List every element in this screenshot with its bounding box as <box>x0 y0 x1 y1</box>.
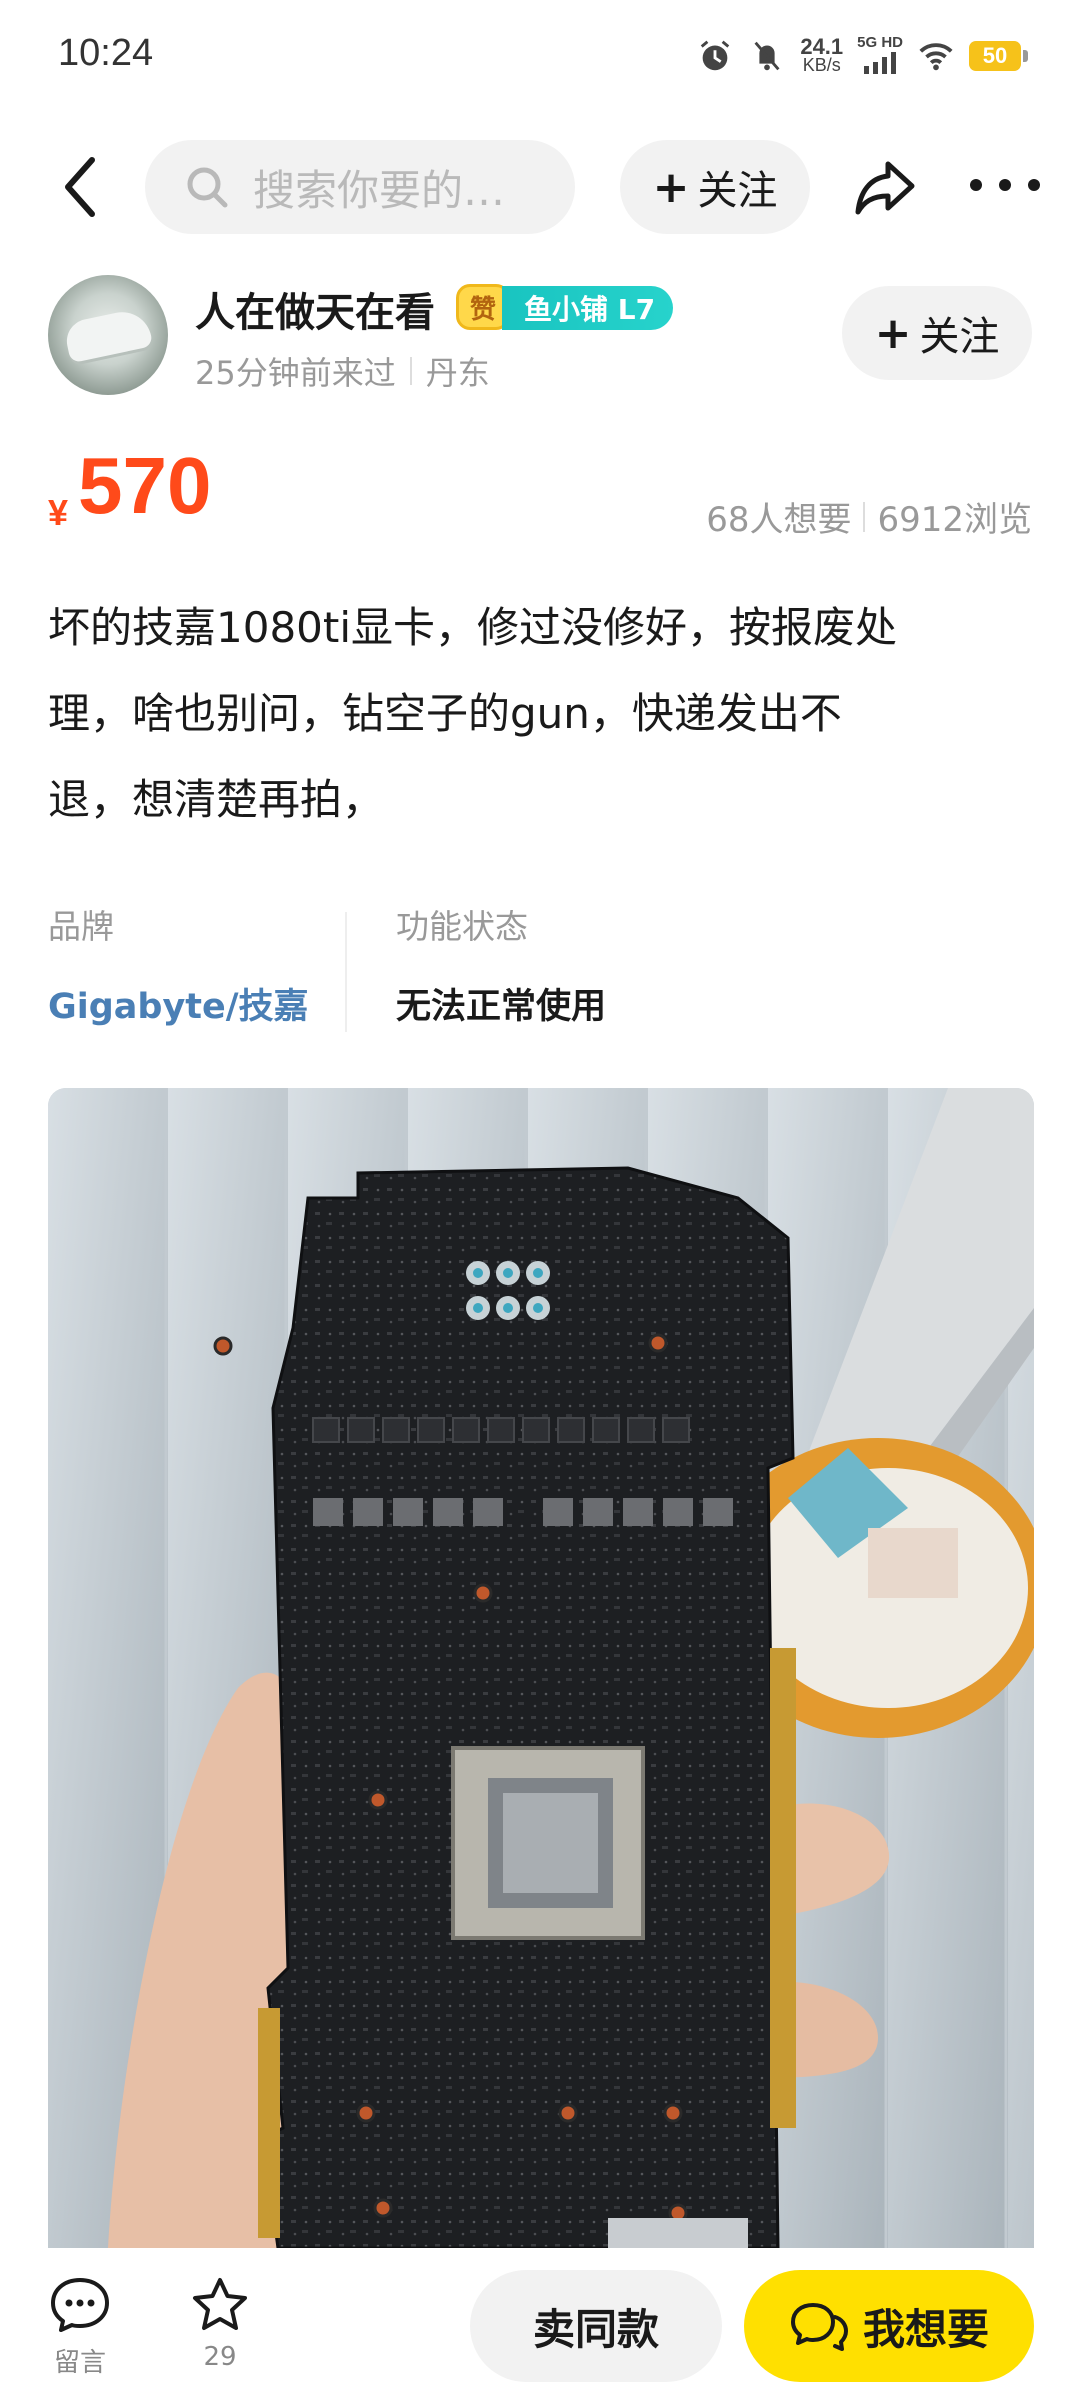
bottom-action-bar: 留言 29 卖同款 我想要 <box>0 2248 1080 2400</box>
item-attributes: 品牌 Gigabyte/技嘉 功能状态 无法正常使用 <box>0 900 1080 1040</box>
sell-same-button[interactable]: 卖同款 <box>470 2270 722 2382</box>
back-icon[interactable] <box>56 152 106 222</box>
product-photo[interactable] <box>48 1088 1034 2248</box>
want-count: 68人想要 <box>706 500 852 540</box>
last-seen: 25分钟前来过 <box>195 354 396 392</box>
attribute-brand: 品牌 Gigabyte/技嘉 <box>48 900 309 1029</box>
graphics-card-image <box>48 1088 1034 2248</box>
share-icon[interactable] <box>850 152 920 222</box>
item-description: 坏的技嘉1080ti显卡，修过没修好，按报废处 理，啥也别问，钻空子的gun，快… <box>48 585 1038 843</box>
more-icon[interactable] <box>970 160 1040 210</box>
search-placeholder: 搜索你要的… <box>253 165 506 215</box>
net-speed: 24.1 KB/s <box>800 33 844 75</box>
description-line: 理，啥也别问，钻空子的gun，快递发出不 <box>48 689 842 738</box>
seller-row[interactable]: 人在做天在看 赞 鱼小铺 L7 25分钟前来过 丹东 + 关注 <box>0 270 1080 400</box>
search-icon <box>187 167 228 208</box>
shop-level-badge: 鱼小铺 L7 <box>502 286 674 330</box>
follow-button-top[interactable]: + 关注 <box>620 140 810 234</box>
mute-icon <box>754 41 780 70</box>
chat-icon <box>790 2303 848 2351</box>
comment-icon <box>51 2278 109 2332</box>
wifi-icon <box>919 42 953 70</box>
follow-label: 关注 <box>697 168 778 214</box>
attribute-value-link[interactable]: Gigabyte/技嘉 <box>48 978 309 1029</box>
seller-name[interactable]: 人在做天在看 <box>195 280 435 338</box>
signal-icon <box>864 52 897 74</box>
comment-button[interactable]: 留言 <box>40 2276 120 2379</box>
currency-symbol: ¥ <box>48 492 69 533</box>
seller-location: 丹东 <box>425 354 490 392</box>
avatar[interactable] <box>48 275 168 395</box>
attribute-label: 功能状态 <box>396 907 528 946</box>
status-time: 10:24 <box>58 32 154 74</box>
status-icons: 24.1 KB/s 5G HD 50 <box>696 34 1028 77</box>
attribute-condition: 功能状态 无法正常使用 <box>396 900 606 1029</box>
price-value: 570 <box>78 441 212 530</box>
follow-seller-button[interactable]: + 关注 <box>842 286 1032 380</box>
description-line: 退，想清楚再拍， <box>48 775 385 824</box>
item-stats: 68人想要 6912浏览 <box>706 492 1032 541</box>
search-input[interactable]: 搜索你要的… <box>145 140 575 234</box>
top-nav: 搜索你要的… + 关注 <box>0 130 1080 240</box>
alarm-icon <box>701 40 730 70</box>
battery-level: 50 <box>969 40 1021 71</box>
seller-meta: 25分钟前来过 丹东 <box>195 348 490 394</box>
battery-icon: 50 <box>969 40 1028 71</box>
want-button[interactable]: 我想要 <box>744 2270 1034 2382</box>
attribute-label: 品牌 <box>48 907 114 946</box>
view-count: 6912浏览 <box>877 500 1032 540</box>
want-label: 我想要 <box>862 2304 989 2354</box>
status-bar: 10:24 24.1 KB/s 5G HD 50 <box>0 0 1080 110</box>
attribute-value: 无法正常使用 <box>396 987 607 1027</box>
comment-label: 留言 <box>53 2348 106 2378</box>
star-icon <box>193 2278 247 2330</box>
network-type: 5G HD <box>857 34 903 77</box>
plus-icon: + <box>874 307 912 359</box>
favorite-count: 29 <box>203 2342 237 2372</box>
price-row: ¥ 570 68人想要 6912浏览 <box>0 440 1080 550</box>
favorite-button[interactable]: 29 <box>180 2276 260 2372</box>
plus-icon: + <box>652 161 690 213</box>
description-line: 坏的技嘉1080ti显卡，修过没修好，按报废处 <box>48 603 898 652</box>
follow-label: 关注 <box>919 314 1000 360</box>
